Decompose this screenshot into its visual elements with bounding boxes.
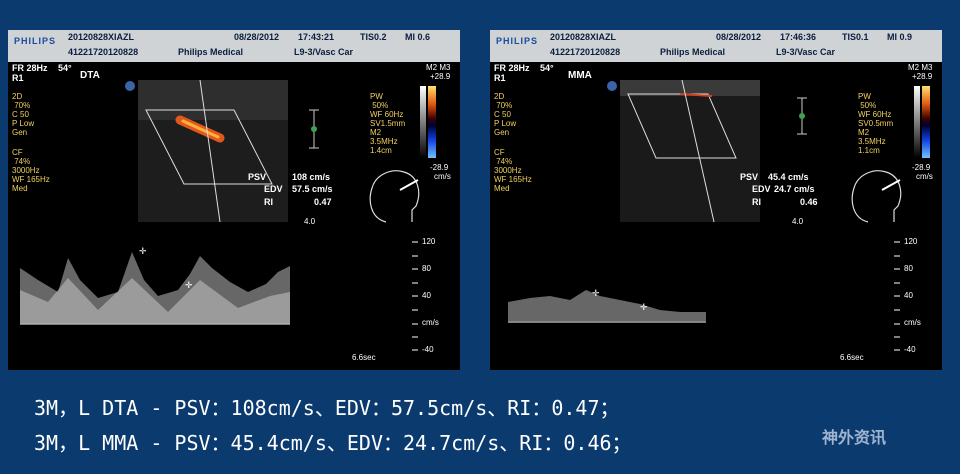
color-scale-bar (922, 86, 930, 158)
head-icon (369, 170, 420, 223)
edv-value: 57.5 cm/s (292, 184, 333, 194)
caption-line-2: 3M，L MMA - PSV：45.4cm/s、EDV：24.7cm/s、RI：… (34, 431, 632, 455)
ultrasound-panel-right: PHILIPS 20120828XIAZL 41221720120828 08/… (490, 30, 942, 370)
psv-label: PSV (248, 172, 267, 182)
ri-value: 0.46 (800, 197, 818, 207)
psv-cursor: ✛ (592, 288, 600, 298)
psv-value: 108 cm/s (292, 172, 331, 182)
watermark-logo: 神外资讯 (822, 430, 887, 447)
tick-40: 40 (904, 291, 913, 300)
psv-cursor: ✛ (139, 246, 147, 256)
caption-line-1: 3M，L DTA - PSV：108cm/s、EDV：57.5cm/s、RI：0… (34, 396, 620, 420)
edv-label: EDV (752, 184, 771, 194)
edv-cursor: ✛ (185, 280, 193, 290)
tick-neg40: -40 (422, 345, 434, 354)
edv-cursor: ✛ (640, 302, 648, 312)
measurement-box: PSV (248, 172, 266, 183)
ultrasound-image: ✛ ✛ (508, 79, 930, 351)
ultrasound-panel-left: PHILIPS 20120828XIAZL 41221720120828 08/… (8, 30, 460, 370)
psv-label: PSV (740, 172, 759, 182)
ri-value: 0.47 (314, 197, 332, 207)
tick-neg40: -40 (904, 345, 916, 354)
velocity-axis (894, 241, 900, 351)
tick-unit: cm/s (422, 318, 439, 327)
ultrasound-image: ✛ ✛ (20, 79, 436, 351)
tick-120: 120 (904, 237, 918, 246)
probe-marker-icon (125, 81, 135, 91)
color-scale-bar (428, 86, 436, 158)
bmode-image (620, 80, 760, 222)
tick-80: 80 (422, 264, 431, 273)
tick-120: 120 (422, 237, 436, 246)
tick-unit: cm/s (904, 318, 921, 327)
sample-gate-icon (799, 113, 805, 119)
sample-gate-icon (311, 126, 317, 132)
doppler-spectrum (508, 290, 706, 322)
depth-label: 4.0 (304, 217, 316, 226)
head-icon (851, 170, 902, 223)
tick-80: 80 (904, 264, 913, 273)
ri-label: RI (752, 197, 761, 207)
tick-40: 40 (422, 291, 431, 300)
ri-label: RI (264, 197, 273, 207)
sweep-speed: 6.6sec (352, 353, 376, 362)
velocity-axis (412, 241, 418, 351)
psv-value: 45.4 cm/s (768, 172, 809, 182)
depth-label: 4.0 (792, 217, 804, 226)
edv-label: EDV (264, 184, 283, 194)
edv-value: 24.7 cm/s (774, 184, 815, 194)
sweep-speed: 6.6sec (840, 353, 864, 362)
probe-marker-icon (607, 81, 617, 91)
